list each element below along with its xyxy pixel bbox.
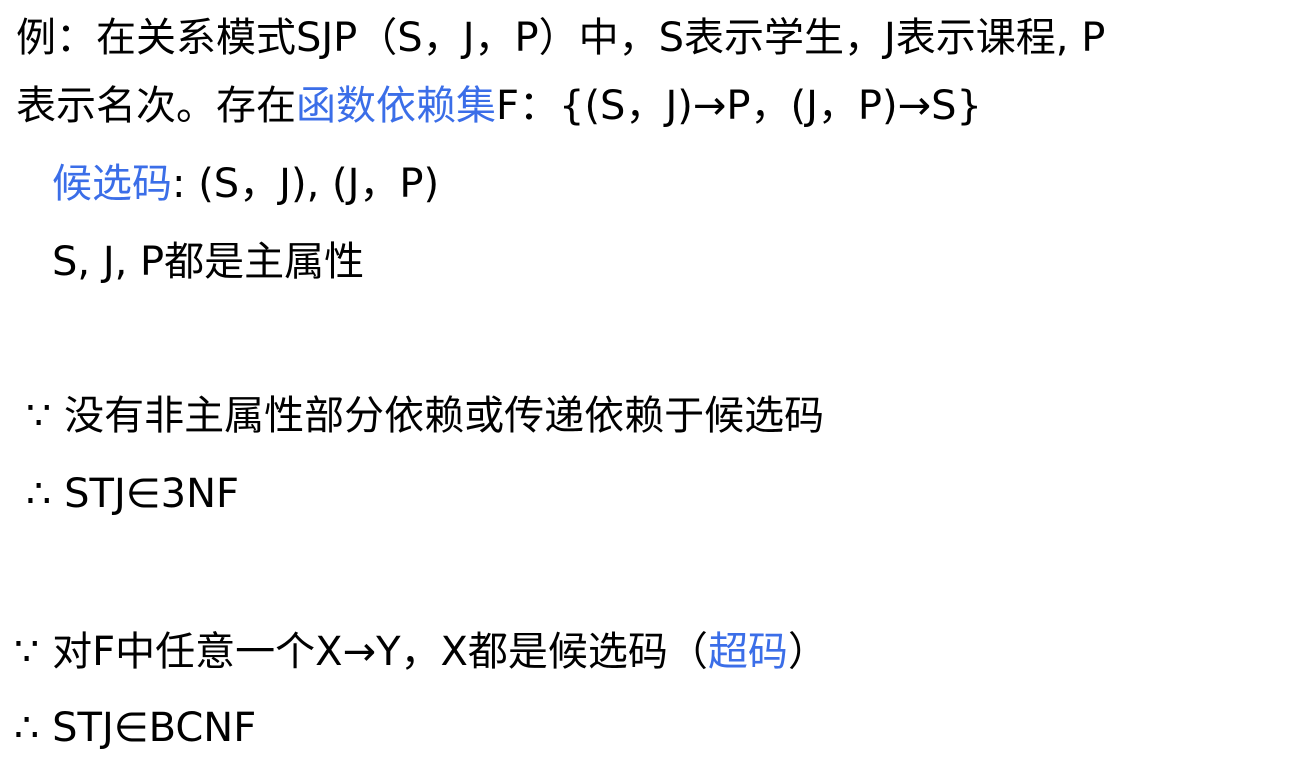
superkey-link[interactable]: 超码 bbox=[708, 629, 788, 675]
because-3nf-line: ∵ 没有非主属性部分依赖或传递依赖于候选码 bbox=[26, 393, 825, 439]
because-bcnf-suffix: ） bbox=[787, 629, 828, 675]
candidate-key-line: 候选码: (S，J), (J，P) bbox=[52, 160, 439, 208]
prime-attributes-line: S, J, P都是主属性 bbox=[52, 239, 365, 285]
therefore-3nf-line: ∴ STJ∈3NF bbox=[26, 471, 240, 517]
therefore-bcnf-line: ∴ STJ∈BCNF bbox=[14, 705, 257, 751]
fd-set-link[interactable]: 函数依赖集 bbox=[296, 83, 496, 129]
candidate-key-value: : (S，J), (J，P) bbox=[172, 161, 440, 207]
because-bcnf-prefix: ∵ 对F中任意一个X→Y，X都是候选码（ bbox=[14, 629, 708, 675]
candidate-key-link[interactable]: 候选码 bbox=[52, 161, 172, 207]
example-intro-line: 例：在关系模式SJP（S，J，P）中，S表示学生，J表示课程, P bbox=[16, 15, 1106, 61]
because-bcnf-line: ∵ 对F中任意一个X→Y，X都是候选码（超码） bbox=[14, 628, 828, 676]
fd-set-prefix: 表示名次。存在 bbox=[16, 83, 296, 129]
fd-set-value: F：{(S，J)→P，(J，P)→S} bbox=[496, 83, 982, 129]
fd-set-line: 表示名次。存在函数依赖集F：{(S，J)→P，(J，P)→S} bbox=[16, 82, 982, 130]
